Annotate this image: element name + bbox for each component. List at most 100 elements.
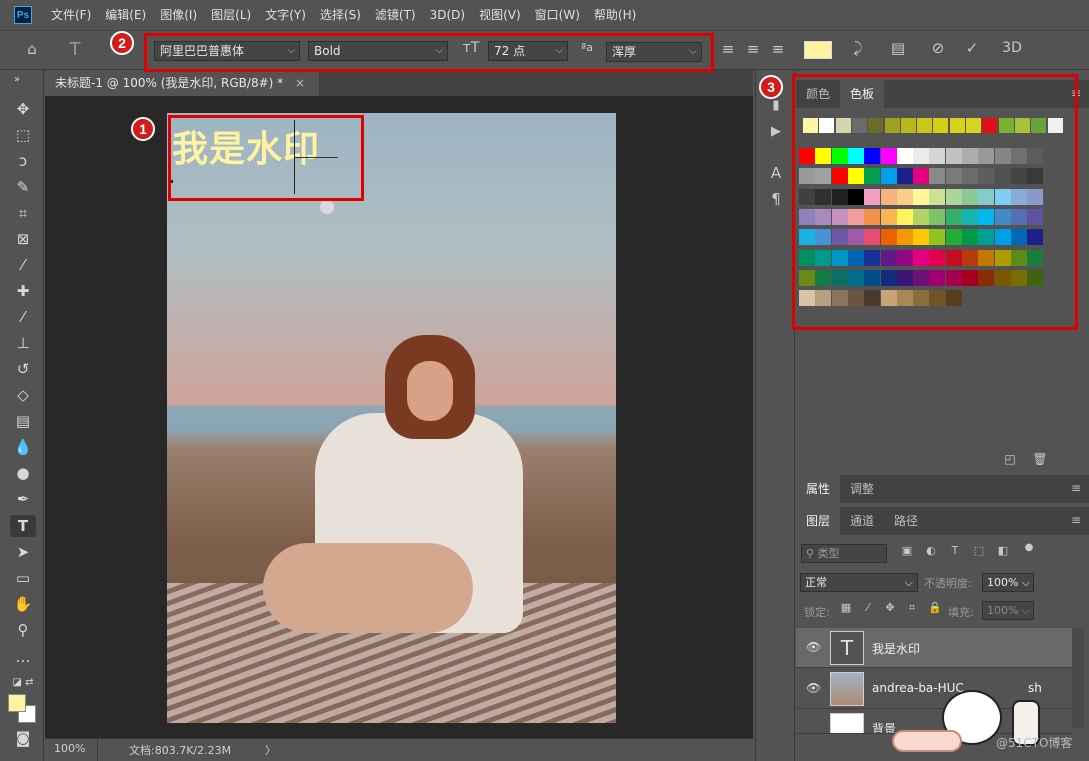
menu-view[interactable]: 视图(V): [472, 0, 528, 30]
foreground-color-swatch[interactable]: [8, 694, 26, 712]
lock-image-icon[interactable]: ⁄: [862, 601, 874, 614]
layer-name[interactable]: 我是水印: [872, 640, 920, 657]
trash-icon[interactable]: 🗑: [1032, 452, 1048, 466]
tab-adjustments[interactable]: 调整: [840, 475, 884, 503]
tab-properties[interactable]: 属性: [796, 475, 841, 503]
document-canvas-photo[interactable]: [167, 113, 616, 723]
panel-menu-icon[interactable]: ≡: [1071, 481, 1081, 495]
chevron-down-icon: ⌵: [1021, 576, 1030, 589]
stamp-tool-icon[interactable]: ⊥: [10, 332, 36, 354]
opacity-value: 100%: [987, 576, 1019, 589]
menu-layer[interactable]: 图层(L): [204, 0, 258, 30]
brush-tool-icon[interactable]: ⁄: [10, 306, 36, 328]
actions-play-icon[interactable]: ▶: [766, 124, 786, 139]
lock-artboard-icon[interactable]: ⌗: [906, 601, 918, 615]
filter-adjustment-icon[interactable]: ◐: [924, 544, 938, 557]
character-panel-icon[interactable]: ▤: [888, 39, 908, 57]
menu-3d[interactable]: 3D(D): [423, 0, 472, 30]
eye-icon[interactable]: 👁: [806, 681, 821, 695]
home-icon[interactable]: ⌂: [20, 40, 44, 58]
layer-row-text[interactable]: 👁 T 我是水印: [796, 628, 1072, 668]
lasso-tool-icon[interactable]: ↄ: [10, 150, 36, 172]
3d-icon[interactable]: 3D: [1000, 40, 1024, 56]
badge-2: 2: [110, 31, 134, 55]
tab-layers[interactable]: 图层: [796, 507, 841, 535]
annotation-box-watermark: [168, 115, 364, 201]
menu-type[interactable]: 文字(Y): [258, 0, 313, 30]
menu-bar: Ps 文件(F) 编辑(E) 图像(I) 图层(L) 文字(Y) 选择(S) 滤…: [0, 0, 1089, 30]
lock-transparent-icon[interactable]: ▦: [840, 601, 852, 614]
eraser-tool-icon[interactable]: ◇: [10, 384, 36, 406]
document-tab[interactable]: 未标题-1 @ 100% (我是水印, RGB/8#) * ×: [45, 70, 320, 96]
panel-menu-icon[interactable]: ≡: [1071, 513, 1081, 527]
text-color-swatch[interactable]: [804, 41, 832, 59]
fill-field[interactable]: 100% ⌵: [982, 601, 1034, 620]
status-bar: 100% 文档:803.7K/2.23M 〉: [45, 738, 753, 761]
menu-filter[interactable]: 滤镜(T): [368, 0, 423, 30]
default-colors-icon[interactable]: ◪ ⇄: [10, 672, 36, 694]
layer-filter-select[interactable]: ⚲ 类型: [801, 544, 887, 563]
marquee-tool-icon[interactable]: ⬚: [10, 124, 36, 146]
warp-text-icon[interactable]: ⤸: [848, 39, 868, 57]
menu-select[interactable]: 选择(S): [313, 0, 368, 30]
filter-shape-icon[interactable]: ⬚: [972, 544, 986, 557]
more-tools-icon[interactable]: …: [10, 646, 36, 668]
status-arrow-icon[interactable]: 〉: [265, 742, 276, 758]
cancel-icon[interactable]: ⊘: [928, 39, 948, 57]
collapse-icon[interactable]: »: [4, 69, 30, 91]
eyedropper-tool-icon[interactable]: ⁄: [10, 254, 36, 276]
eye-icon[interactable]: 👁: [806, 640, 821, 654]
layers-panel-tabs: 图层 通道 路径 ≡: [796, 507, 1089, 535]
pen-tool-icon[interactable]: ✒: [10, 488, 36, 510]
lock-position-icon[interactable]: ✥: [884, 601, 896, 614]
lock-all-icon[interactable]: 🔒: [928, 601, 942, 614]
fill-value: 100%: [987, 604, 1019, 617]
search-icon: ⚲: [806, 547, 818, 560]
crop-tool-icon[interactable]: ⌗: [10, 202, 36, 224]
text-tool-preset-icon[interactable]: T: [62, 39, 88, 60]
filter-toggle-icon[interactable]: ●: [1024, 542, 1034, 553]
shape-tool-icon[interactable]: ▭: [10, 567, 36, 589]
dodge-tool-icon[interactable]: ●: [10, 462, 36, 484]
align-right-icon[interactable]: ≡: [768, 40, 788, 58]
hand-tool-icon[interactable]: ✋: [10, 593, 36, 615]
new-group-icon[interactable]: ◰: [1002, 452, 1018, 466]
blend-mode-value: 正常: [805, 576, 827, 589]
close-tab-icon[interactable]: ×: [295, 76, 305, 90]
paragraph-panel-icon[interactable]: ¶: [766, 190, 786, 208]
filter-pixel-icon[interactable]: ▣: [900, 544, 914, 557]
move-tool-icon[interactable]: ✥: [10, 98, 36, 120]
menu-help[interactable]: 帮助(H): [587, 0, 643, 30]
text-layer-thumbnail: T: [830, 631, 864, 665]
quick-mask-icon[interactable]: ◙: [10, 727, 36, 749]
history-brush-tool-icon[interactable]: ↺: [10, 358, 36, 380]
align-left-icon[interactable]: ≡: [718, 40, 738, 58]
site-watermark: @51CTO博客: [996, 736, 1073, 750]
character-panel-icon[interactable]: A: [766, 164, 786, 182]
history-panel-icon[interactable]: ▮: [766, 98, 786, 113]
align-center-icon[interactable]: ≡: [743, 40, 763, 58]
blend-mode-select[interactable]: 正常 ⌵: [800, 573, 918, 592]
gradient-tool-icon[interactable]: ▤: [10, 410, 36, 432]
menu-window[interactable]: 窗口(W): [528, 0, 587, 30]
quick-select-tool-icon[interactable]: ✎: [10, 176, 36, 198]
healing-brush-tool-icon[interactable]: ✚: [10, 280, 36, 302]
annotation-box-options: [144, 33, 714, 72]
filter-type-icon[interactable]: T: [948, 544, 962, 557]
menu-image[interactable]: 图像(I): [153, 0, 204, 30]
tab-paths[interactable]: 路径: [884, 507, 928, 535]
blur-tool-icon[interactable]: 💧: [10, 436, 36, 458]
fill-label: 填充:: [948, 606, 974, 619]
path-select-tool-icon[interactable]: ➤: [10, 541, 36, 563]
menu-file[interactable]: 文件(F): [44, 0, 98, 30]
type-tool-icon[interactable]: T: [10, 515, 36, 537]
opacity-field[interactable]: 100% ⌵: [982, 573, 1034, 592]
filter-smart-object-icon[interactable]: ◧: [996, 544, 1010, 557]
menu-edit[interactable]: 编辑(E): [98, 0, 153, 30]
zoom-level[interactable]: 100%: [54, 742, 85, 755]
tab-channels[interactable]: 通道: [840, 507, 884, 535]
commit-check-icon[interactable]: ✓: [962, 39, 982, 57]
document-info: 文档:803.7K/2.23M: [129, 744, 232, 757]
zoom-tool-icon[interactable]: ⚲: [10, 619, 36, 641]
frame-tool-icon[interactable]: ⊠: [10, 228, 36, 250]
